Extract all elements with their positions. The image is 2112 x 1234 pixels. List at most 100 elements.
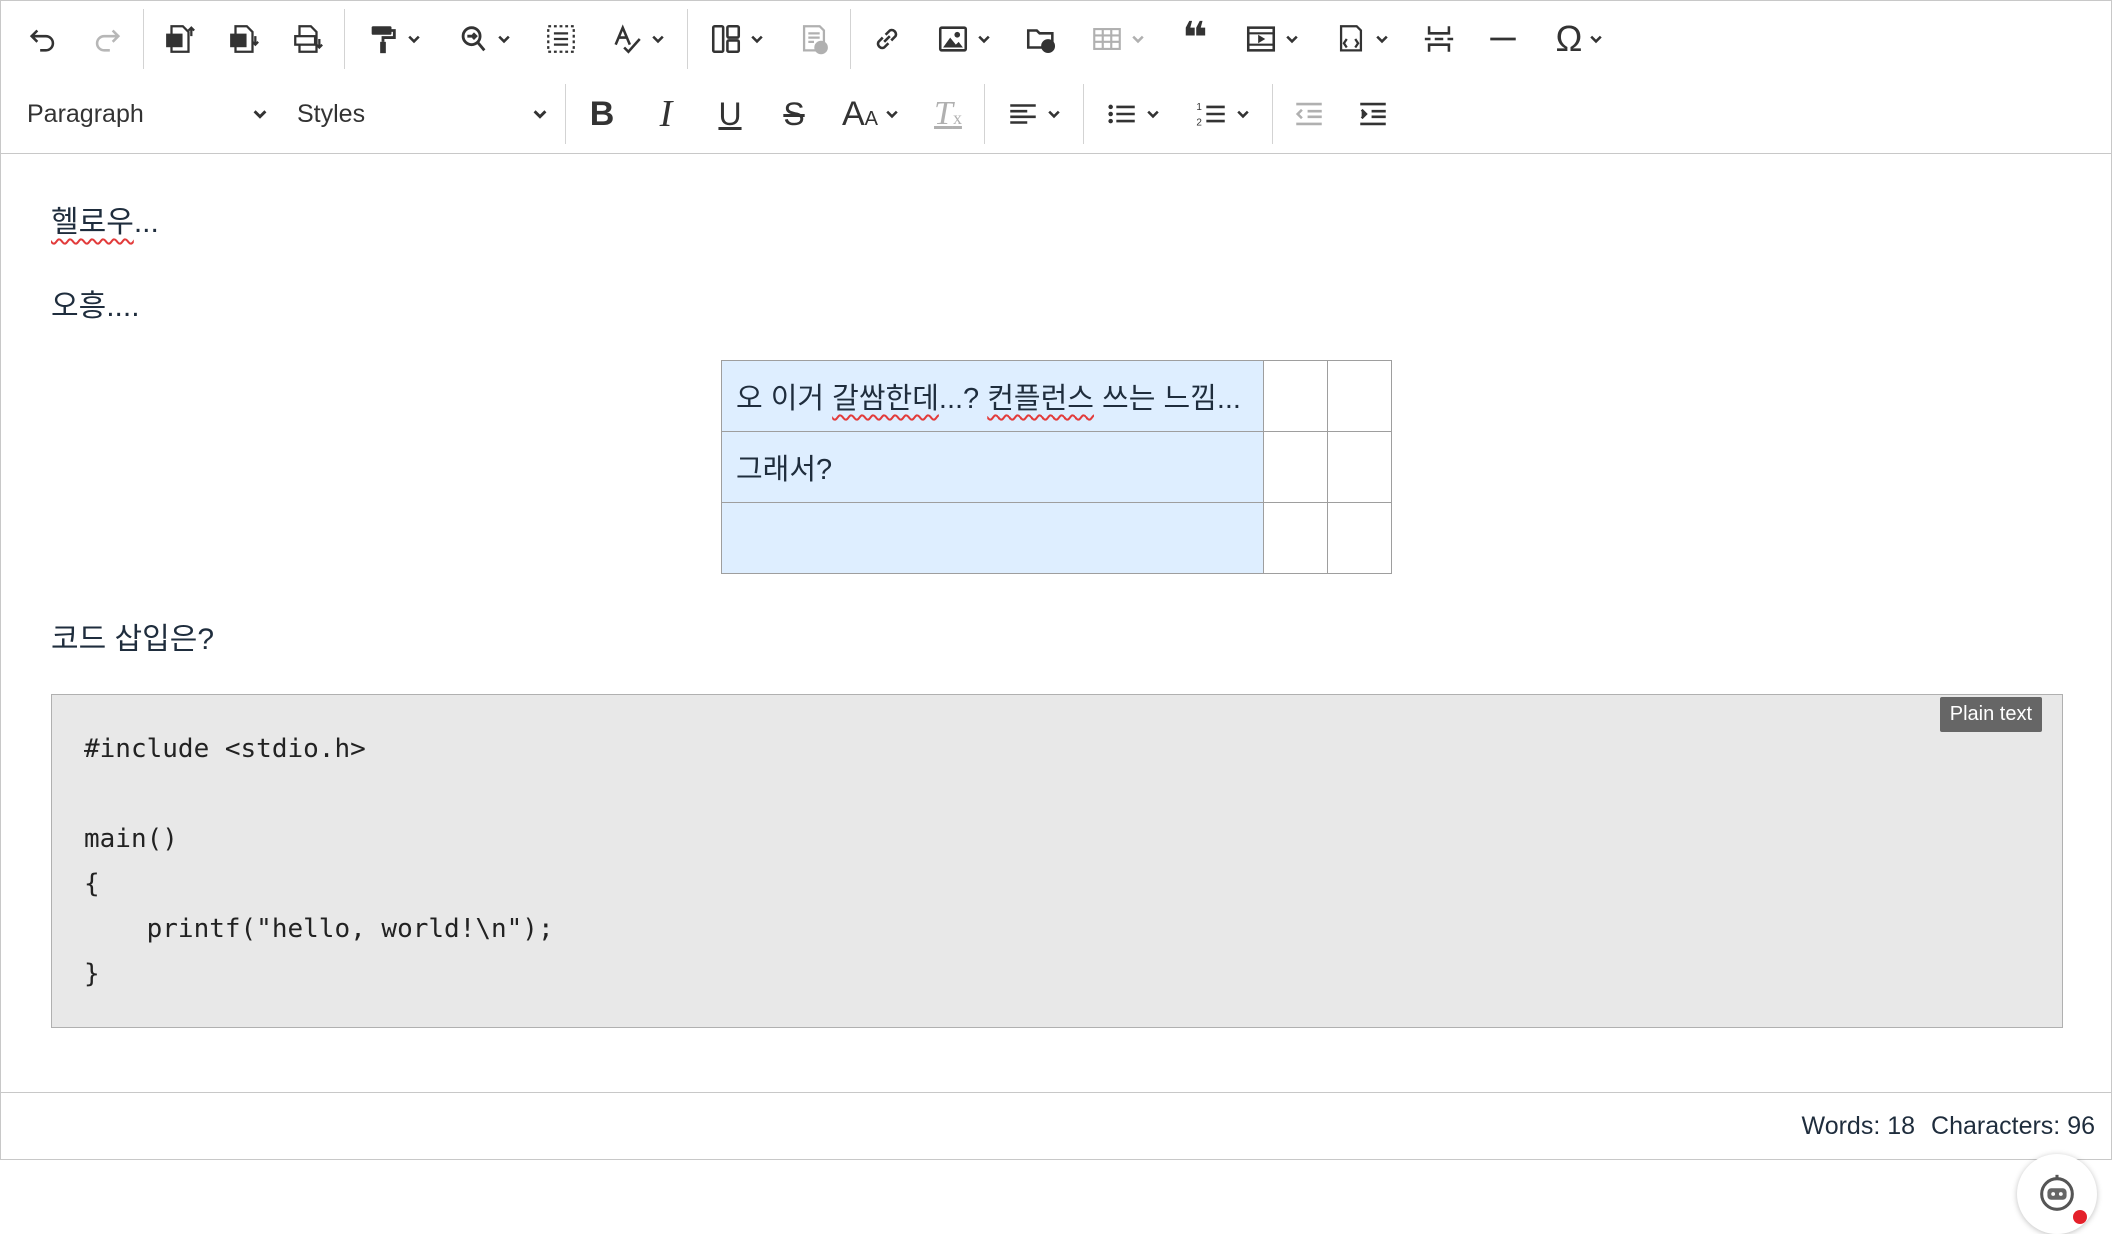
bold-button[interactable]: B bbox=[573, 86, 631, 142]
cell-text: 오 이거 bbox=[736, 383, 833, 415]
source-editing-button[interactable] bbox=[1320, 11, 1404, 67]
font-size-icon: AA bbox=[841, 95, 879, 133]
content-table[interactable]: 오 이거 갈쌈한데...? 컨플런스 쓰는 느낌... 그래서? bbox=[721, 360, 1392, 574]
heading-dropdown[interactable]: Paragraph bbox=[11, 86, 281, 142]
table-cell[interactable]: 그래서? bbox=[721, 431, 1264, 503]
chevron-down-icon bbox=[751, 35, 763, 44]
styles-dropdown-label: Styles bbox=[297, 99, 366, 128]
toolbar-separator bbox=[850, 9, 851, 69]
table-cell[interactable] bbox=[1327, 502, 1392, 574]
select-all-icon bbox=[547, 25, 575, 53]
code-block[interactable]: Plain text #include <stdio.h> main() { p… bbox=[51, 694, 2063, 1028]
editor-content[interactable]: 헬로우... 오흥.... 오 이거 갈쌈한데...? 컨플런스 쓰는 느낌..… bbox=[1, 154, 2111, 1234]
chevron-down-icon bbox=[1048, 110, 1060, 119]
special-characters-button[interactable]: Ω bbox=[1538, 11, 1622, 67]
bold-icon: B bbox=[589, 95, 615, 133]
toolbar-separator bbox=[687, 9, 688, 69]
svg-text:1: 1 bbox=[1196, 102, 1202, 113]
remove-format-icon: Tx bbox=[934, 95, 962, 132]
outdent-icon bbox=[1295, 102, 1322, 126]
horizontal-line-button[interactable] bbox=[1474, 11, 1532, 67]
numbered-list-button[interactable]: 12 bbox=[1181, 86, 1265, 142]
bulleted-list-icon bbox=[1108, 104, 1135, 124]
font-size-button[interactable]: AA bbox=[829, 86, 913, 142]
find-replace-icon bbox=[461, 26, 486, 52]
chevron-down-icon bbox=[652, 35, 664, 44]
media-icon bbox=[1246, 26, 1276, 52]
export-pdf-button[interactable] bbox=[279, 11, 337, 67]
horizontal-line-icon bbox=[1490, 37, 1516, 41]
table-cell[interactable] bbox=[1263, 502, 1328, 574]
table-row: 오 이거 갈쌈한데...? 컨플런스 쓰는 느낌... bbox=[721, 360, 1392, 432]
table-cell[interactable] bbox=[721, 502, 1264, 574]
paragraph-1-rest: ... bbox=[133, 206, 159, 239]
styles-dropdown[interactable]: Styles bbox=[281, 86, 561, 142]
chevron-down-icon bbox=[498, 35, 510, 44]
misspelled-word: 컨플런스 bbox=[987, 383, 1094, 415]
toolbar-row-2: Paragraph Styles B I U S AA Tx 1 2 bbox=[1, 76, 2111, 152]
export-word-button[interactable] bbox=[215, 11, 273, 67]
alignment-button[interactable] bbox=[992, 86, 1076, 142]
table-cell[interactable]: 오 이거 갈쌈한데...? 컨플런스 쓰는 느낌... bbox=[721, 360, 1264, 432]
chevron-down-icon bbox=[1147, 110, 1159, 119]
misspelled-word: 갈쌈한데 bbox=[832, 383, 939, 415]
misspelled-word: 헬로우 bbox=[51, 206, 134, 239]
code-language-label: Plain text bbox=[1939, 697, 2042, 732]
undo-icon bbox=[29, 29, 55, 52]
select-all-button[interactable] bbox=[532, 11, 590, 67]
table-cell[interactable] bbox=[1263, 360, 1328, 432]
table-cell[interactable] bbox=[1327, 431, 1392, 503]
export-pdf-icon bbox=[294, 25, 323, 53]
insert-template-button[interactable] bbox=[785, 11, 843, 67]
block-quote-button[interactable]: ❝ bbox=[1166, 11, 1224, 67]
strikethrough-icon: S bbox=[783, 96, 805, 132]
notification-dot bbox=[2073, 1210, 2087, 1224]
status-bar: Words: 18 Characters: 96 bbox=[1, 1092, 2111, 1159]
robot-icon bbox=[2040, 1174, 2074, 1211]
undo-button[interactable] bbox=[14, 11, 72, 67]
numbered-list-icon: 12 bbox=[1196, 102, 1225, 128]
page-break-icon bbox=[1424, 26, 1454, 52]
heading-dropdown-label: Paragraph bbox=[27, 99, 144, 128]
link-button[interactable] bbox=[858, 11, 916, 67]
toolbar-separator bbox=[1083, 84, 1084, 144]
find-replace-button[interactable] bbox=[442, 11, 526, 67]
indent-button[interactable] bbox=[1344, 86, 1402, 142]
file-manager-button[interactable] bbox=[1012, 11, 1070, 67]
assistant-bot-button[interactable] bbox=[2017, 1154, 2097, 1234]
paragraph-3[interactable]: 코드 삽입은? bbox=[51, 614, 214, 658]
bulleted-list-button[interactable] bbox=[1091, 86, 1175, 142]
quote-icon: ❝ bbox=[1182, 14, 1208, 63]
spellcheck-button[interactable] bbox=[596, 11, 680, 67]
strikethrough-button[interactable]: S bbox=[765, 86, 823, 142]
outdent-button[interactable] bbox=[1280, 86, 1338, 142]
chevron-down-icon bbox=[408, 35, 420, 44]
link-icon bbox=[876, 28, 898, 50]
italic-icon: I bbox=[659, 93, 673, 135]
table-cell[interactable] bbox=[1263, 431, 1328, 503]
underline-icon: U bbox=[718, 96, 742, 132]
paragraph-2[interactable]: 오흥.... bbox=[51, 281, 140, 325]
redo-button[interactable] bbox=[78, 11, 136, 67]
import-word-button[interactable] bbox=[151, 11, 209, 67]
media-button[interactable] bbox=[1230, 11, 1314, 67]
redo-icon bbox=[95, 29, 121, 52]
paragraph-1[interactable]: 헬로우... bbox=[51, 197, 159, 241]
spellcheck-icon bbox=[614, 24, 641, 54]
image-button[interactable] bbox=[922, 11, 1006, 67]
chevron-down-icon bbox=[1376, 35, 1388, 44]
page-break-button[interactable] bbox=[1410, 11, 1468, 67]
chevron-down-icon bbox=[253, 110, 267, 119]
omega-icon: Ω bbox=[1555, 18, 1583, 59]
cell-text: 쓰는 느낌... bbox=[1093, 383, 1241, 415]
format-painter-button[interactable] bbox=[352, 11, 436, 67]
table-cell[interactable] bbox=[1327, 360, 1392, 432]
remove-format-button[interactable]: Tx bbox=[919, 86, 977, 142]
chevron-down-icon bbox=[1286, 35, 1298, 44]
underline-button[interactable]: U bbox=[701, 86, 759, 142]
italic-button[interactable]: I bbox=[637, 86, 695, 142]
layout-button[interactable] bbox=[695, 11, 779, 67]
indent-icon bbox=[1360, 102, 1386, 126]
table-button[interactable] bbox=[1076, 11, 1160, 67]
table-icon bbox=[1093, 28, 1121, 50]
